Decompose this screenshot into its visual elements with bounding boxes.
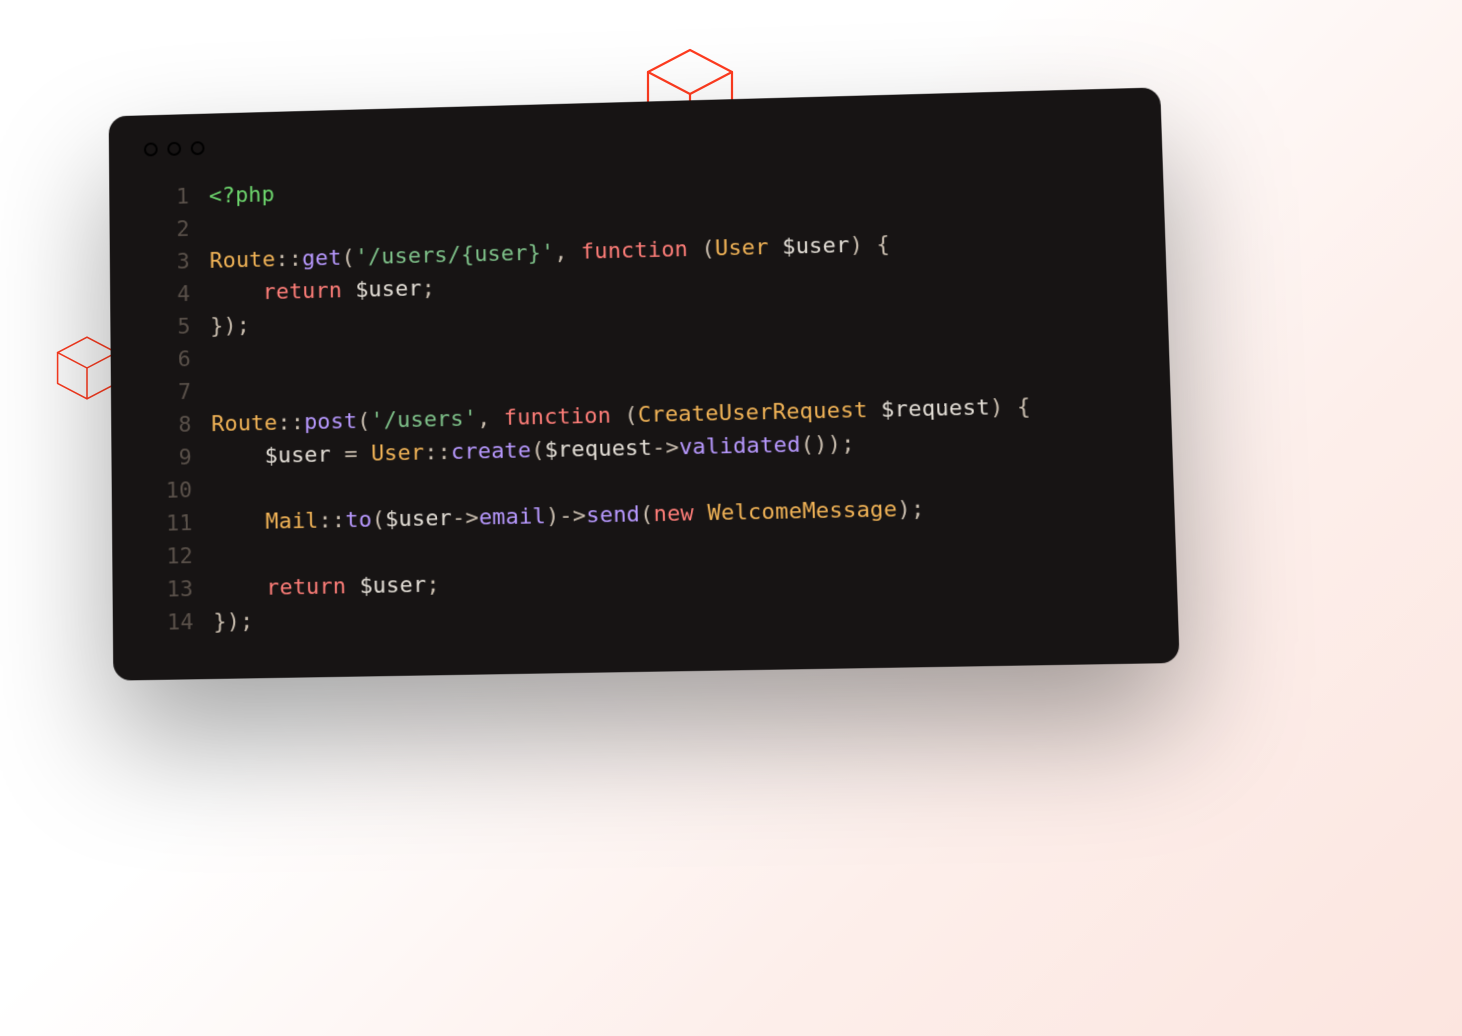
code-token: ); bbox=[897, 497, 925, 523]
code-token: -> bbox=[652, 435, 679, 461]
code-window-scene: 1<?php23Route::get('/users/{user}', func… bbox=[105, 100, 1165, 670]
code-token: ; bbox=[426, 572, 440, 597]
line-number: 14 bbox=[142, 606, 194, 640]
code-token: post bbox=[304, 409, 357, 435]
code-token: }); bbox=[210, 313, 250, 339]
code-token: WelcomeMessage bbox=[707, 497, 897, 526]
code-token: ) bbox=[989, 395, 1003, 420]
code-token: , bbox=[477, 406, 504, 432]
code-token bbox=[688, 237, 702, 262]
code-token: '/users' bbox=[370, 406, 477, 433]
window-close-icon[interactable] bbox=[144, 142, 158, 156]
code-token bbox=[210, 280, 263, 306]
code-token bbox=[867, 398, 881, 423]
code-token: $user bbox=[355, 276, 422, 302]
code-token: Route bbox=[209, 247, 275, 273]
code-token: { bbox=[1017, 394, 1031, 420]
code-token bbox=[1003, 395, 1017, 421]
code-token: User bbox=[715, 235, 769, 261]
line-number: 5 bbox=[140, 311, 191, 345]
line-number: 8 bbox=[140, 409, 191, 443]
code-token: ) bbox=[849, 233, 863, 258]
code-token: return bbox=[266, 574, 346, 601]
code-token: create bbox=[451, 438, 532, 465]
code-token: ( bbox=[701, 236, 715, 261]
code-token: :: bbox=[275, 247, 302, 272]
code-token: :: bbox=[277, 410, 304, 435]
code-token: { bbox=[876, 232, 890, 257]
code-token: :: bbox=[424, 440, 451, 466]
window-zoom-icon[interactable] bbox=[191, 141, 205, 155]
code-token: ( bbox=[357, 409, 371, 434]
code-token: )-> bbox=[546, 503, 587, 529]
code-token: $user bbox=[265, 443, 332, 469]
code-token bbox=[212, 510, 265, 536]
code-token bbox=[357, 442, 371, 467]
code-token bbox=[331, 442, 345, 467]
code-token: return bbox=[263, 278, 343, 305]
code-editor-window: 1<?php23Route::get('/users/{user}', func… bbox=[109, 87, 1180, 680]
code-token: $user bbox=[359, 573, 426, 599]
line-number: 11 bbox=[141, 507, 192, 541]
code-token: $request bbox=[881, 395, 990, 423]
window-minimize-icon[interactable] bbox=[167, 142, 181, 156]
code-token bbox=[768, 235, 782, 260]
code-token bbox=[213, 576, 266, 602]
code-token bbox=[346, 574, 360, 599]
code-token: '/users/{user}' bbox=[355, 241, 555, 271]
code-token: -> bbox=[452, 505, 479, 531]
line-number: 13 bbox=[142, 573, 194, 607]
code-token: $request bbox=[544, 436, 652, 463]
code-token: email bbox=[479, 504, 546, 530]
code-token: new bbox=[653, 501, 694, 527]
code-token: ( bbox=[640, 502, 654, 527]
code-token bbox=[611, 403, 625, 428]
code-token: ( bbox=[341, 245, 355, 270]
code-token bbox=[694, 501, 708, 526]
code-token: , bbox=[554, 240, 581, 265]
code-token: :: bbox=[318, 508, 345, 534]
line-number: 4 bbox=[139, 278, 190, 312]
line-number: 2 bbox=[139, 213, 190, 247]
code-token bbox=[342, 278, 356, 303]
code-token: function bbox=[504, 404, 612, 431]
line-number: 6 bbox=[140, 343, 191, 377]
code-token: to bbox=[345, 508, 372, 534]
code-token: $user bbox=[385, 506, 452, 532]
code-token: }); bbox=[213, 609, 253, 635]
code-area: 1<?php23Route::get('/users/{user}', func… bbox=[138, 156, 1147, 640]
code-token: = bbox=[344, 442, 358, 467]
code-token: function bbox=[581, 237, 689, 264]
code-token: ( bbox=[624, 403, 638, 428]
code-token: ( bbox=[372, 507, 386, 532]
code-token: Mail bbox=[265, 509, 318, 535]
code-token: $user bbox=[782, 233, 850, 260]
code-token: ; bbox=[421, 276, 435, 301]
code-token: ( bbox=[531, 438, 545, 463]
code-token: CreateUserRequest bbox=[638, 398, 868, 428]
line-number: 10 bbox=[141, 474, 192, 508]
line-number: 9 bbox=[141, 441, 192, 475]
code-token: ()); bbox=[800, 431, 855, 457]
line-number: 7 bbox=[140, 376, 191, 410]
line-number: 12 bbox=[142, 540, 194, 574]
code-token: get bbox=[302, 246, 342, 272]
code-token: Route bbox=[211, 411, 277, 437]
code-token: <?php bbox=[209, 182, 275, 208]
line-number: 1 bbox=[138, 181, 189, 215]
code-token bbox=[212, 444, 265, 470]
code-token: User bbox=[371, 441, 425, 467]
line-number: 3 bbox=[139, 246, 190, 280]
code-token: send bbox=[586, 502, 640, 528]
code-token bbox=[863, 232, 877, 257]
code-token: validated bbox=[679, 433, 801, 461]
